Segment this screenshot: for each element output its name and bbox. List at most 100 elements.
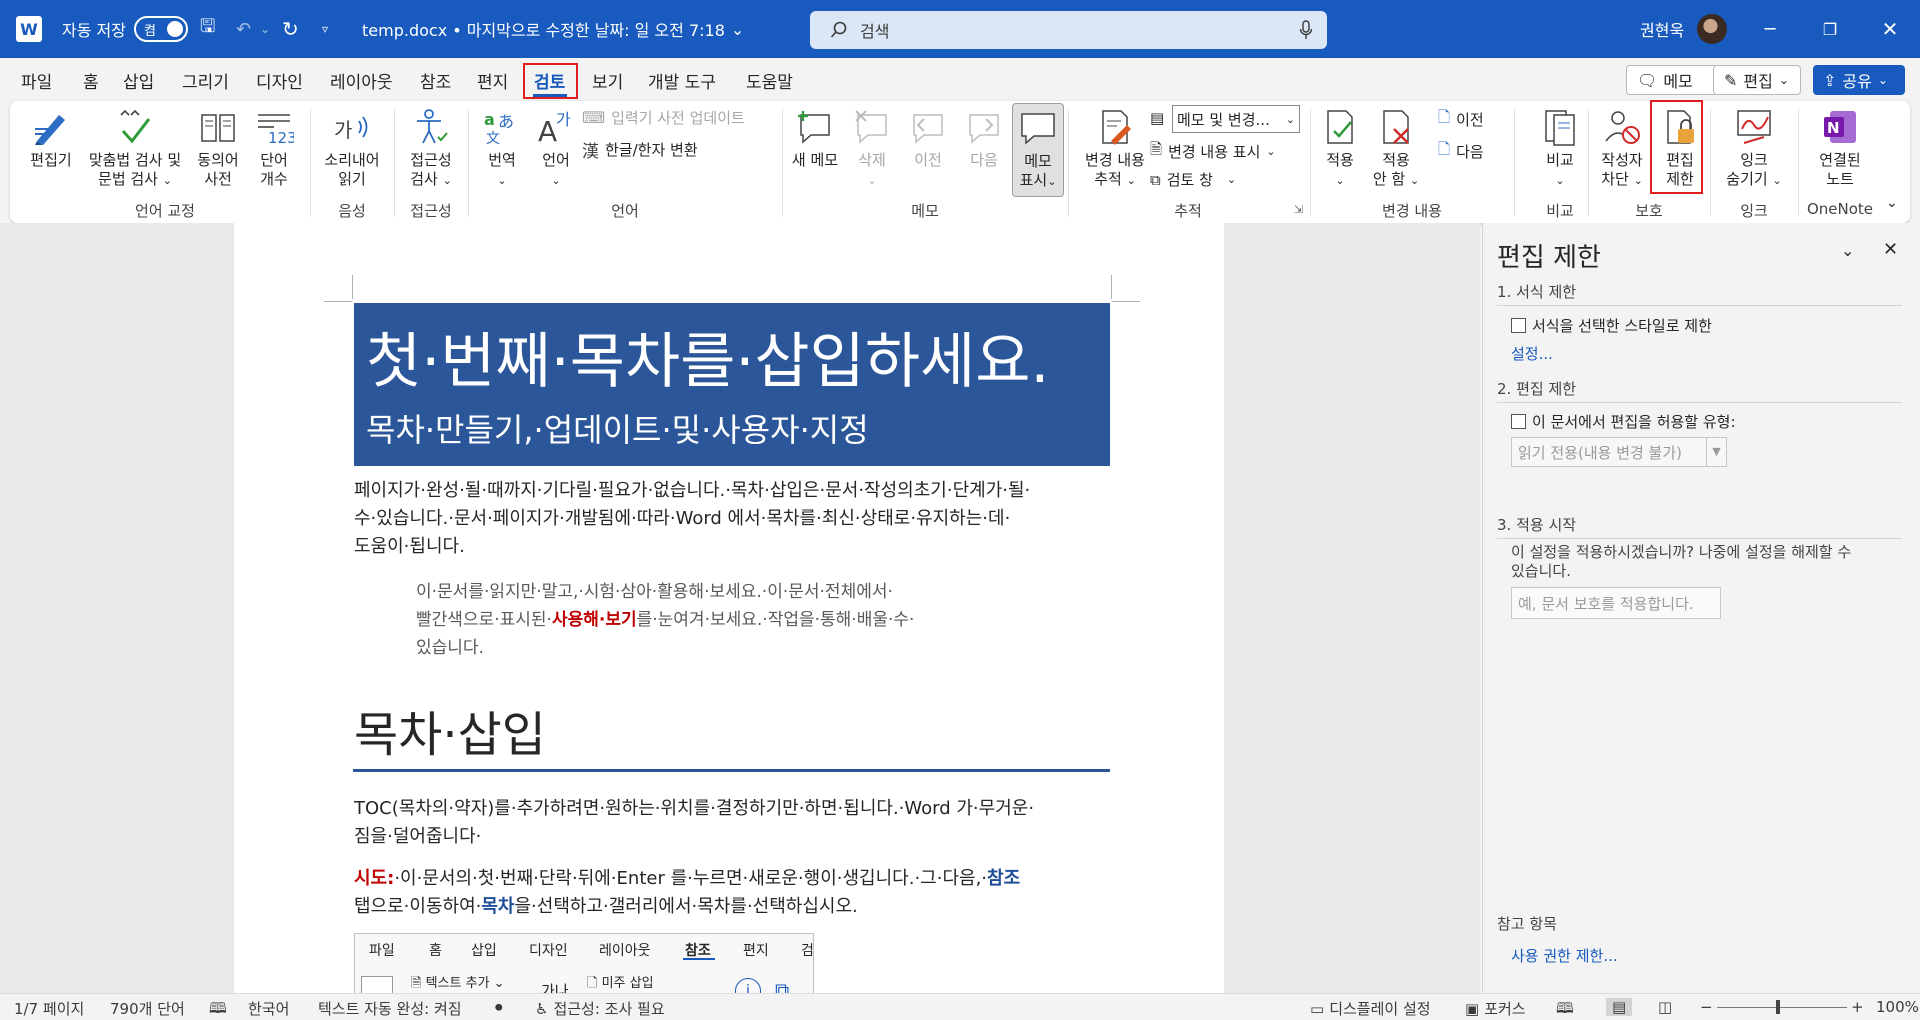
- editing-type-select[interactable]: 읽기 전용(내용 변경 불가) ▼: [1511, 437, 1727, 467]
- thesaurus-label-1: 동의어: [197, 151, 239, 169]
- collapse-ribbon-button[interactable]: ⌄: [1886, 195, 1898, 211]
- tab-home[interactable]: 홈: [83, 68, 99, 93]
- text-line: 도움이·됩니다.: [354, 536, 465, 557]
- search-icon: [830, 21, 847, 38]
- zoom-out-button[interactable]: −: [1700, 998, 1713, 1016]
- document-title[interactable]: temp.docx • 마지막으로 수정한 날짜: 일 오전 7:18 ⌄: [362, 0, 744, 58]
- web-layout-icon[interactable]: ◫: [1658, 998, 1672, 1016]
- accept-change-button[interactable]: 적용 ⌄: [1312, 107, 1368, 190]
- tab-developer[interactable]: 개발 도구: [648, 68, 716, 93]
- user-name[interactable]: 권현욱: [1640, 0, 1684, 58]
- accessibility-status[interactable]: ♿ 접근성: 조사 필요: [535, 998, 665, 1019]
- previous-comment-button[interactable]: 이전: [900, 107, 956, 170]
- redo-icon[interactable]: ↻: [282, 0, 299, 58]
- share-button[interactable]: ⇪ 공유 ⌄: [1813, 65, 1905, 95]
- tab-layout[interactable]: 레이아웃: [330, 68, 393, 93]
- thesaurus-button[interactable]: 동의어 사전: [188, 107, 248, 189]
- zoom-slider-thumb[interactable]: [1776, 1000, 1780, 1014]
- print-layout-icon[interactable]: ▤: [1606, 998, 1633, 1016]
- focus-mode[interactable]: ▣ 포커스: [1465, 998, 1526, 1019]
- customize-qat-icon[interactable]: ▿: [322, 0, 328, 58]
- markup-view-select[interactable]: 메모 및 변경... ⌄: [1172, 105, 1300, 133]
- minimize-icon[interactable]: ─: [1740, 0, 1800, 58]
- tab-design[interactable]: 디자인: [256, 68, 303, 93]
- zoom-level[interactable]: 100%: [1876, 998, 1919, 1016]
- undo-dropdown-icon[interactable]: ⌄: [260, 0, 270, 58]
- pane-options-chevron-icon[interactable]: ⌄: [1841, 241, 1854, 260]
- word-count[interactable]: 790개 단어: [110, 998, 185, 1019]
- checkbox[interactable]: [1511, 318, 1526, 333]
- display-settings[interactable]: ▭ 디스플레이 설정: [1310, 998, 1431, 1019]
- block-authors-label-1: 작성자: [1601, 151, 1643, 169]
- next-change-button[interactable]: 🗋 다음: [1438, 139, 1484, 164]
- editing-restrict-checkbox[interactable]: 이 문서에서 편집을 허용할 유형:: [1511, 411, 1736, 432]
- reject-change-button[interactable]: 적용 안 함 ⌄: [1366, 107, 1426, 190]
- show-comments-button[interactable]: 메모 표시⌄: [1012, 103, 1064, 197]
- accessibility-status-label: 접근성: 조사 필요: [553, 1000, 665, 1018]
- linked-notes-button[interactable]: N 연결된 노트: [1800, 107, 1880, 189]
- ime-update-button[interactable]: ⌨ 입력기 사전 업데이트: [582, 107, 745, 128]
- show-comments-label-1: 메모: [1024, 152, 1052, 170]
- restore-icon[interactable]: ❐: [1800, 0, 1860, 58]
- reviewing-pane-button[interactable]: ⧉ 검토 창 ⌄: [1150, 169, 1236, 190]
- read-aloud-button[interactable]: 가 소리내어 읽기: [312, 107, 392, 189]
- tracking-dialog-launcher[interactable]: ⇲: [1294, 203, 1303, 216]
- accessibility-check-button[interactable]: 접근성 검사 ⌄: [396, 107, 466, 190]
- reject-change-label-1: 적용: [1382, 151, 1410, 169]
- checkbox[interactable]: [1511, 414, 1526, 429]
- undo-icon[interactable]: ↶: [236, 0, 251, 58]
- track-changes-button[interactable]: 변경 내용 추적 ⌄: [1072, 107, 1158, 190]
- new-comment-button[interactable]: 새 메모: [784, 107, 846, 170]
- spelling-grammar-button[interactable]: 맞춤법 검사 및 문법 검사 ⌄: [80, 107, 190, 190]
- user-avatar[interactable]: [1697, 0, 1727, 58]
- block-authors-button[interactable]: 작성자 차단 ⌄: [1592, 107, 1652, 190]
- autosave-toggle[interactable]: 켬: [134, 0, 188, 58]
- chevron-down-icon: ▼: [1706, 438, 1726, 466]
- language-button[interactable]: A 가 언어 ⌄: [524, 107, 588, 190]
- document-page[interactable]: 첫·번째·목차를·삽입하세요. 목차·만들기,·업데이트·및·사용자·지정 페이…: [234, 223, 1224, 993]
- start-enforcing-button[interactable]: 예, 문서 보호를 적용합니다.: [1511, 587, 1721, 619]
- restrict-permission-link[interactable]: 사용 권한 제한...: [1511, 945, 1618, 966]
- search-input[interactable]: 검색: [810, 11, 1327, 49]
- tab-view[interactable]: 보기: [592, 68, 623, 93]
- formatting-restrict-checkbox[interactable]: 서식을 선택한 스타일로 제한: [1511, 315, 1712, 336]
- close-icon[interactable]: ✕: [1860, 0, 1920, 58]
- reject-change-icon: [1383, 110, 1409, 144]
- editor-button[interactable]: 편집기: [20, 107, 82, 170]
- hanja-convert-button[interactable]: 漢 한글/한자 변환: [582, 137, 698, 162]
- save-icon[interactable]: 🖫: [200, 0, 215, 58]
- formatting-settings-link[interactable]: 설정...: [1511, 343, 1553, 364]
- next-comment-button[interactable]: 다음: [956, 107, 1012, 170]
- tab-references[interactable]: 참조: [420, 68, 451, 93]
- previous-change-button[interactable]: 🗋 이전: [1438, 107, 1484, 132]
- spelling-label-2: 문법 검사: [98, 170, 158, 188]
- hide-ink-button[interactable]: 잉크 숨기기 ⌄: [1712, 107, 1796, 190]
- zoom-in-button[interactable]: +: [1851, 998, 1864, 1016]
- comments-button[interactable]: 🗨 메모: [1626, 65, 1718, 95]
- tab-draw[interactable]: 그리기: [182, 68, 229, 93]
- ribbon: 편집기 맞춤법 검사 및 문법 검사 ⌄ 동의어 사전 123 단어 개수 언어…: [10, 101, 1910, 223]
- editing-mode-button[interactable]: ✎ 편집 ⌄: [1713, 65, 1801, 95]
- word-count-button[interactable]: 123 단어 개수: [246, 107, 302, 189]
- autocomplete-status[interactable]: 텍스트 자동 완성: 켜짐: [318, 998, 462, 1019]
- display-settings-label: 디스플레이 설정: [1329, 1000, 1431, 1018]
- highlight-red: 보기: [605, 610, 637, 630]
- formatting-restrict-label: 서식을 선택한 스타일로 제한: [1532, 317, 1712, 335]
- page-count[interactable]: 1/7 페이지: [14, 998, 84, 1019]
- tab-mailings[interactable]: 편지: [477, 68, 508, 93]
- tab-help[interactable]: 도움말: [746, 68, 793, 93]
- language-status[interactable]: 한국어: [248, 998, 289, 1019]
- microphone-icon[interactable]: [1299, 20, 1313, 40]
- show-markup-button[interactable]: 🗎 변경 내용 표시 ⌄: [1150, 139, 1276, 164]
- pane-close-icon[interactable]: ✕: [1883, 239, 1898, 260]
- macro-record-icon[interactable]: ⏺: [495, 998, 503, 1016]
- next-comment-icon: [969, 114, 999, 144]
- zoom-slider[interactable]: [1717, 1007, 1847, 1008]
- quote-paragraph: 이·문서를·읽지만·말고,·시험·삼아·활용해·보세요.·이·문서·전체에서· …: [416, 578, 1056, 662]
- read-mode-icon[interactable]: 🕮: [1556, 998, 1574, 1020]
- delete-comment-button[interactable]: 삭제 ⌄: [844, 107, 900, 190]
- compare-button[interactable]: 비교 ⌄: [1518, 107, 1602, 190]
- tab-file[interactable]: 파일: [21, 68, 52, 93]
- proofing-status-icon[interactable]: 🕮: [209, 998, 227, 1020]
- tab-insert[interactable]: 삽입: [123, 68, 154, 93]
